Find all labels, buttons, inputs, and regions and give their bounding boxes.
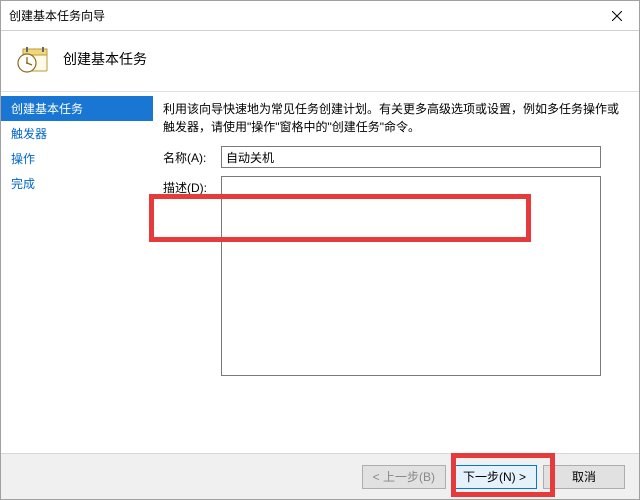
cancel-button[interactable]: 取消: [543, 465, 625, 489]
name-row: 名称(A):: [163, 146, 625, 168]
page-title: 创建基本任务: [63, 49, 147, 69]
sidebar: 创建基本任务 触发器 操作 完成: [1, 92, 153, 453]
wizard-body: 创建基本任务 触发器 操作 完成 利用该向导快速地为常见任务创建计划。有关更多高…: [1, 91, 639, 453]
name-label: 名称(A):: [163, 146, 221, 166]
titlebar: 创建基本任务向导: [1, 1, 639, 31]
description-label: 描述(D):: [163, 176, 221, 196]
wizard-header: 创建基本任务: [1, 31, 639, 91]
back-button: < 上一步(B): [362, 465, 446, 489]
close-button[interactable]: [594, 1, 639, 30]
window-title: 创建基本任务向导: [9, 7, 105, 24]
calendar-clock-icon: [17, 43, 49, 75]
close-icon: [612, 11, 622, 21]
wizard-footer: < 上一步(B) 下一步(N) > 取消: [1, 453, 639, 499]
sidebar-item-trigger[interactable]: 触发器: [1, 121, 153, 146]
sidebar-item-create[interactable]: 创建基本任务: [1, 96, 153, 121]
sidebar-item-finish[interactable]: 完成: [1, 171, 153, 196]
description-row: 描述(D):: [163, 176, 625, 376]
next-button[interactable]: 下一步(N) >: [452, 465, 537, 489]
intro-text: 利用该向导快速地为常见任务创建计划。有关更多高级选项或设置，例如多任务操作或触发…: [163, 100, 625, 136]
wizard-window: 创建基本任务向导 创建基本任务 创建基本任务 触发器: [0, 0, 640, 500]
main-panel: 利用该向导快速地为常见任务创建计划。有关更多高级选项或设置，例如多任务操作或触发…: [153, 92, 639, 453]
description-input[interactable]: [221, 176, 601, 376]
name-input[interactable]: [221, 146, 601, 168]
sidebar-item-action[interactable]: 操作: [1, 146, 153, 171]
